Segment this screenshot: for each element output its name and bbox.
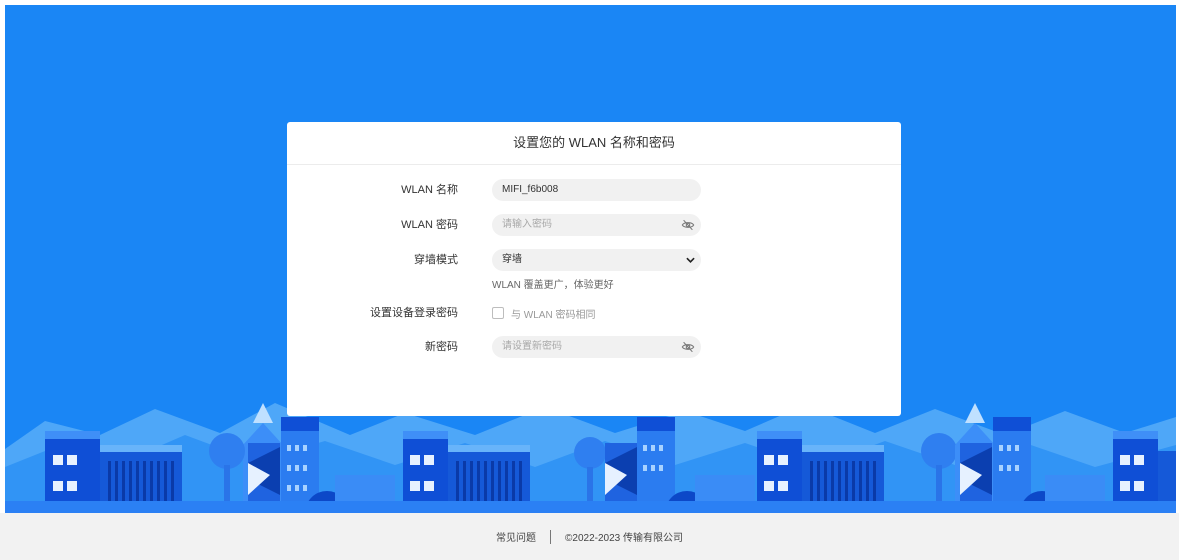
wlan-name-input[interactable]: MIFI_f6b008 [492, 179, 701, 201]
new-password-label: 新密码 [425, 341, 458, 353]
same-as-wlan-checkbox[interactable] [492, 307, 504, 319]
eye-off-icon[interactable] [681, 218, 695, 232]
new-password-placeholder: 请设置新密码 [502, 341, 562, 352]
device-login-password-row: 设置设备登录密码 与 WLAN 密码相同 [287, 302, 901, 324]
background: 设置您的 WLAN 名称和密码 WLAN 名称 MIFI_f6b008 WLAN… [5, 5, 1176, 513]
wlan-setup-dialog: 设置您的 WLAN 名称和密码 WLAN 名称 MIFI_f6b008 WLAN… [287, 122, 901, 416]
new-password-row: 新密码 请设置新密码 [287, 336, 901, 358]
wlan-name-label: WLAN 名称 [401, 184, 458, 196]
chevron-down-icon [686, 257, 695, 263]
wlan-password-row: WLAN 密码 请输入密码 [287, 214, 901, 236]
device-login-password-label: 设置设备登录密码 [370, 307, 458, 319]
new-password-input[interactable]: 请设置新密码 [492, 336, 701, 358]
wlan-password-placeholder: 请输入密码 [502, 219, 552, 230]
faq-link[interactable]: 常见问题 [496, 529, 536, 544]
wall-mode-row: 穿墙模式 穿墙 WLAN 覆盖更广，体验更好 [287, 249, 901, 291]
same-as-wlan-option: 与 WLAN 密码相同 [492, 302, 595, 324]
wall-mode-select[interactable]: 穿墙 [492, 249, 701, 271]
copyright-text: ©2022-2023 传输有限公司 [565, 533, 683, 544]
wlan-password-input[interactable]: 请输入密码 [492, 214, 701, 236]
footer-divider [550, 529, 552, 544]
wlan-name-row: WLAN 名称 MIFI_f6b008 [287, 179, 901, 201]
wlan-password-label: WLAN 密码 [401, 219, 458, 231]
wall-mode-label: 穿墙模式 [414, 254, 458, 266]
wlan-name-value: MIFI_f6b008 [502, 184, 559, 195]
wall-mode-selected: 穿墙 [502, 254, 522, 265]
eye-off-icon[interactable] [681, 340, 695, 354]
same-as-wlan-label[interactable]: 与 WLAN 密码相同 [511, 306, 595, 321]
wall-mode-hint: WLAN 覆盖更广，体验更好 [492, 280, 614, 291]
footer: 常见问题 ©2022-2023 传输有限公司 [0, 513, 1179, 560]
dialog-title: 设置您的 WLAN 名称和密码 [287, 122, 901, 165]
